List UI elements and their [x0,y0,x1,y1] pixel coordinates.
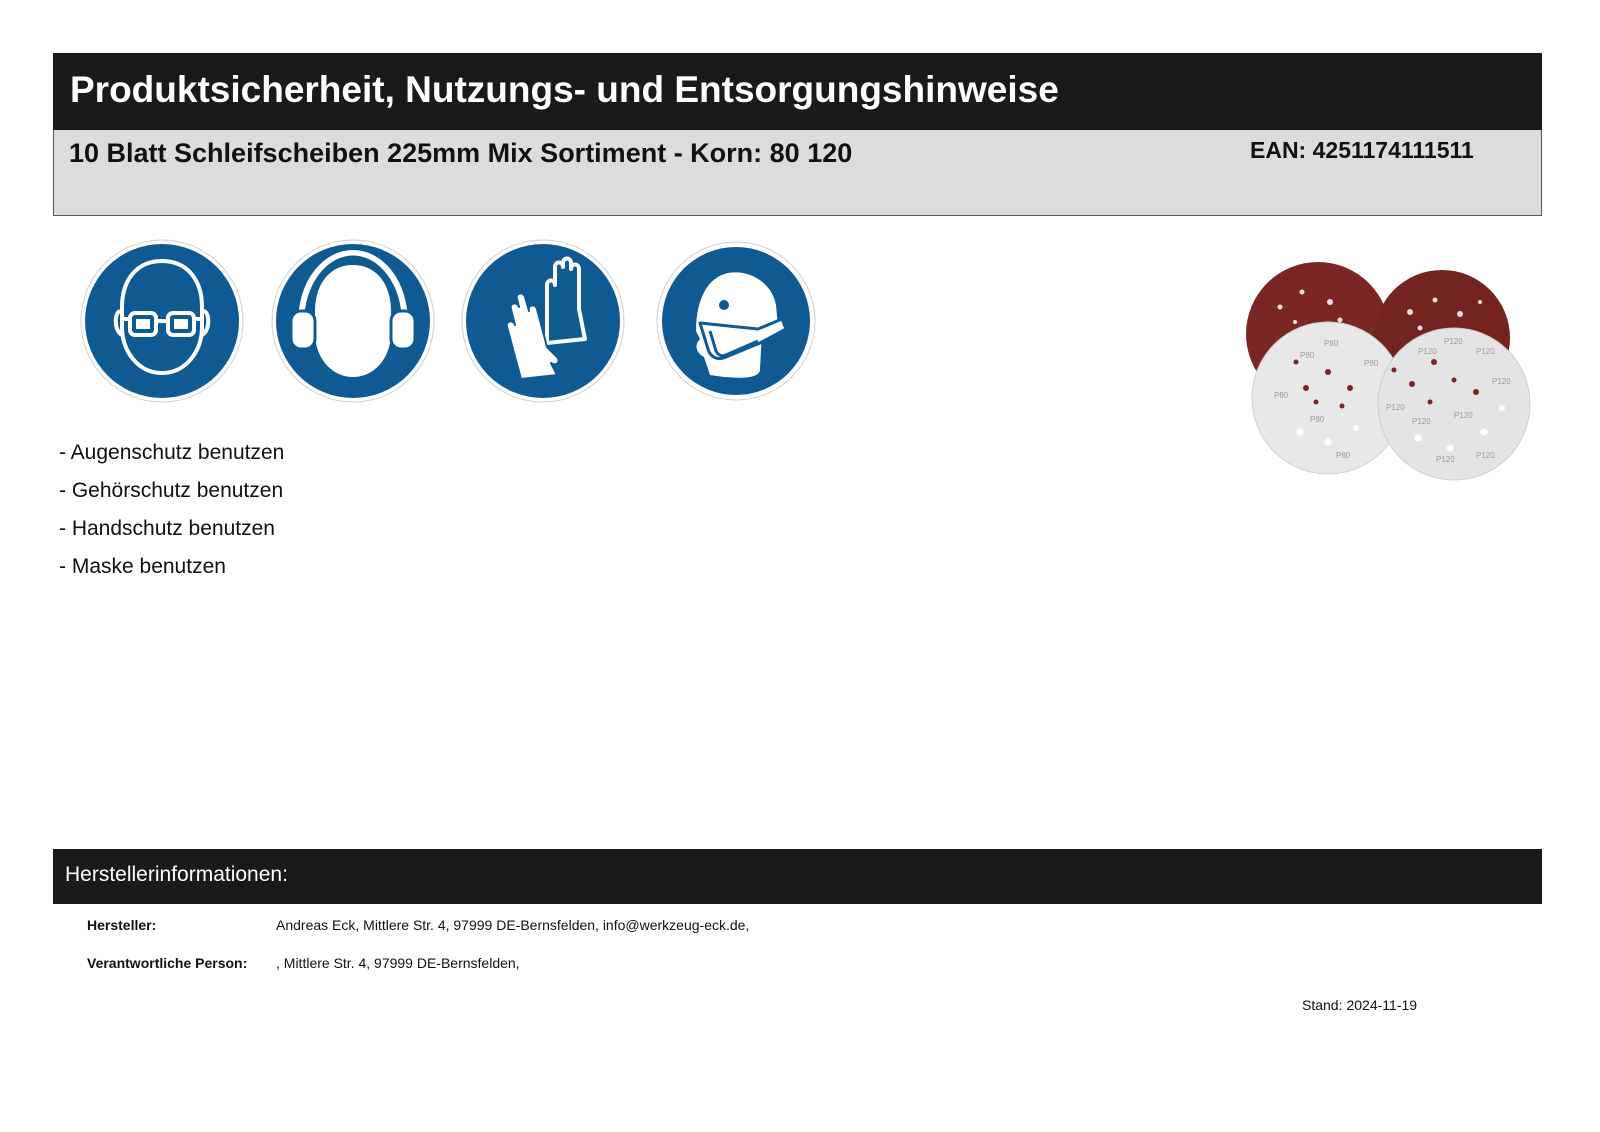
manufacturer-value: Andreas Eck, Mittlere Str. 4, 97999 DE-B… [276,917,750,933]
document-date: Stand: 2024-11-19 [1302,997,1417,1013]
product-image: P80 P80 P80 P80 P80 P80 P120 P120 P120 P120 P12… [1240,262,1545,488]
product-info-bar: 10 Blatt Schleifscheiben 225mm Mix Sorti… [53,130,1542,216]
svg-text:P120: P120 [1412,417,1431,426]
list-item: - Augenschutz benutzen [59,441,285,464]
stand-label: Stand: [1302,997,1343,1013]
manufacturer-section-title: Herstellerinformationen: [65,863,288,886]
svg-text:P120: P120 [1492,377,1511,386]
list-item: - Handschutz benutzen [59,517,275,540]
hearing-protection-icon [271,239,435,403]
document-title-bar: Produktsicherheit, Nutzungs- und Entsorg… [53,53,1542,130]
svg-text:P120: P120 [1386,403,1405,412]
mask-icon [654,239,818,403]
stand-date: 2024-11-19 [1346,997,1418,1013]
svg-text:P120: P120 [1476,451,1495,460]
responsible-person-label: Verantwortliche Person: [87,955,248,971]
svg-text:P80: P80 [1300,351,1315,360]
manufacturer-section-header: Herstellerinformationen: [53,849,1542,904]
eye-protection-icon [80,239,244,403]
list-item: - Gehörschutz benutzen [59,479,284,502]
hand-protection-icon [461,239,625,403]
document-title: Produktsicherheit, Nutzungs- und Entsorg… [70,69,1059,110]
manufacturer-label: Hersteller: [87,917,157,933]
responsible-person-value: , Mittlere Str. 4, 97999 DE-Bernsfelden, [276,955,520,971]
svg-text:P80: P80 [1324,339,1339,348]
svg-text:P120: P120 [1454,411,1473,420]
svg-text:P80: P80 [1310,415,1325,424]
svg-text:P120: P120 [1444,337,1463,346]
product-ean: EAN: 4251174111511 [1250,137,1474,163]
svg-text:P80: P80 [1336,451,1351,460]
svg-text:P120: P120 [1476,347,1495,356]
product-name: 10 Blatt Schleifscheiben 225mm Mix Sorti… [69,138,853,168]
list-item: - Maske benutzen [59,555,226,578]
svg-text:P120: P120 [1436,455,1455,464]
svg-text:P80: P80 [1364,359,1379,368]
safety-instructions-list: - Augenschutz benutzen - Gehörschutz ben… [59,434,284,586]
svg-text:P80: P80 [1274,391,1289,400]
svg-text:P120: P120 [1418,347,1437,356]
